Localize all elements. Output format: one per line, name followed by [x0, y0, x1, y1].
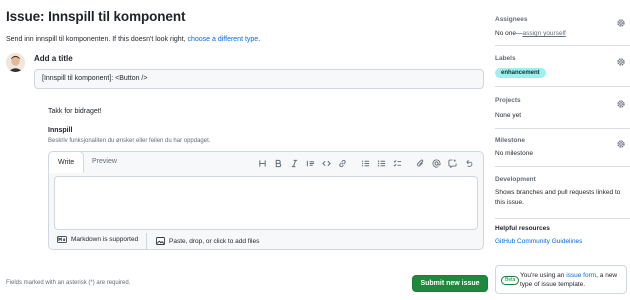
- markdown-supported-text: Markdown is supported: [71, 236, 139, 243]
- add-title-label: Add a title: [34, 54, 73, 63]
- assign-yourself-link[interactable]: assign yourself: [522, 30, 565, 37]
- submit-new-issue-button[interactable]: Submit new issue: [412, 275, 488, 292]
- sidebar-divider: [495, 218, 630, 219]
- required-fields-note: Fields marked with an asterisk (*) are r…: [6, 280, 131, 286]
- body-intro-text: Takk for bidraget!: [48, 108, 102, 115]
- beta-badge: Beta: [501, 276, 520, 285]
- innspill-field-label: Innspill: [48, 127, 73, 134]
- page-subtitle: Send inn innspill til komponenten. If th…: [6, 36, 260, 43]
- sidebar-divider: [495, 86, 630, 87]
- undo-icon[interactable]: [460, 156, 476, 170]
- development-description: Shows branches and pull requests linked …: [495, 189, 621, 206]
- link-icon[interactable]: [334, 156, 350, 170]
- projects-heading[interactable]: Projects: [495, 97, 521, 104]
- assignees-none-text: No one—: [495, 30, 523, 37]
- milestone-gear-icon[interactable]: [616, 136, 626, 148]
- tab-write[interactable]: Write: [48, 151, 85, 173]
- markdown-icon: [57, 236, 67, 243]
- main-form: Issue: Innspill til komponent Send inn i…: [6, 0, 488, 300]
- projects-value: None yet: [495, 112, 522, 119]
- markdown-toolbar: [254, 156, 476, 170]
- sidebar-divider: [495, 45, 630, 46]
- subtitle-period: .: [258, 36, 261, 43]
- development-heading: Development: [495, 176, 536, 183]
- unordered-list-icon[interactable]: [373, 156, 389, 170]
- assignees-value: No one—assign yourself: [495, 30, 566, 37]
- avatar: [6, 53, 25, 72]
- issue-form-beta-notice: Beta You're using an issue form, a new t…: [495, 265, 627, 294]
- helpful-resources-heading: Helpful resources: [495, 225, 550, 232]
- label-enhancement[interactable]: enhancement: [495, 68, 546, 78]
- labels-heading[interactable]: Labels: [495, 55, 516, 62]
- image-icon: [156, 237, 165, 245]
- attach-files-text: Paste, drop, or click to add files: [169, 237, 260, 245]
- attach-icon[interactable]: [412, 156, 428, 170]
- heading-icon[interactable]: [254, 156, 270, 170]
- markdown-supported-note[interactable]: Markdown is supported: [57, 236, 138, 243]
- subtitle-text: Send inn innspill til komponenten. If th…: [6, 36, 188, 43]
- sidebar: Assignees No one—assign yourself Labels …: [495, 0, 630, 300]
- beta-notice-text: You're using an issue form, a new type o…: [520, 271, 625, 289]
- numbered-list-icon[interactable]: [357, 156, 373, 170]
- italic-icon[interactable]: [286, 156, 302, 170]
- sidebar-divider: [495, 166, 630, 167]
- markdown-editor: Write Preview Markdown is supported Past…: [48, 151, 484, 250]
- milestone-heading[interactable]: Milestone: [495, 137, 525, 144]
- projects-gear-icon[interactable]: [616, 96, 626, 108]
- mention-icon[interactable]: [428, 156, 444, 170]
- milestone-value: No milestone: [495, 150, 533, 157]
- choose-different-type-link[interactable]: choose a different type: [188, 36, 259, 43]
- labels-gear-icon[interactable]: [616, 54, 626, 66]
- quote-icon[interactable]: [302, 156, 318, 170]
- task-list-icon[interactable]: [389, 156, 405, 170]
- cross-reference-icon[interactable]: [444, 156, 460, 170]
- assignees-gear-icon[interactable]: [616, 15, 626, 27]
- bold-icon[interactable]: [270, 156, 286, 170]
- innspill-textarea[interactable]: [54, 176, 478, 230]
- title-input[interactable]: [Innspill til komponent]: <Button />: [34, 69, 484, 89]
- assignees-heading[interactable]: Assignees: [495, 16, 528, 23]
- issue-form-link[interactable]: issue form: [566, 272, 596, 279]
- code-icon[interactable]: [318, 156, 334, 170]
- page-title: Issue: Innspill til komponent: [6, 9, 186, 24]
- tab-preview[interactable]: Preview: [83, 151, 126, 173]
- community-guidelines-link[interactable]: GitHub Community Guidelines: [495, 238, 582, 245]
- attach-files-button[interactable]: Paste, drop, or click to add files: [146, 233, 259, 249]
- innspill-field-hint: Beskriv funksjonaliten du ønsker eller f…: [48, 138, 211, 144]
- beta-text-prefix: You're using an: [520, 272, 567, 279]
- sidebar-divider: [495, 128, 630, 129]
